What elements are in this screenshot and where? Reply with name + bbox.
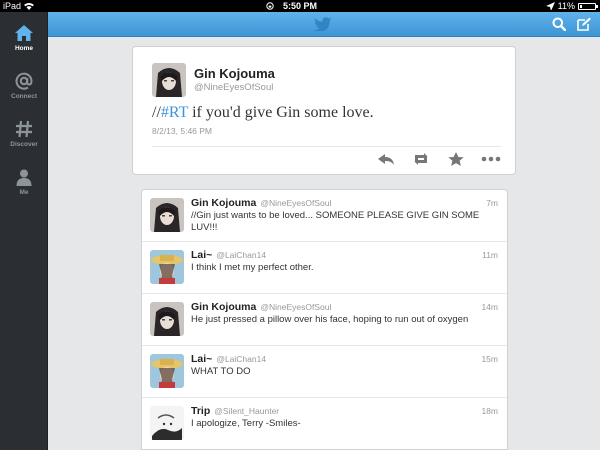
avatar[interactable] xyxy=(152,63,186,97)
tweet-age: 18m xyxy=(481,406,498,416)
avatar[interactable] xyxy=(150,198,184,232)
at-icon xyxy=(15,72,33,90)
divider xyxy=(152,146,501,147)
tweet-author-handle: @NineEyesOfSoul xyxy=(260,302,332,312)
tweet-age: 15m xyxy=(481,354,498,364)
compose-icon[interactable] xyxy=(577,17,592,31)
avatar[interactable] xyxy=(150,406,184,440)
reply-icon xyxy=(378,154,394,165)
search-icon[interactable] xyxy=(552,17,566,31)
tweet-author[interactable]: Lai~ @LaiChan14 xyxy=(191,353,266,365)
avatar[interactable] xyxy=(150,354,184,388)
tweet-author[interactable]: Lai~ @LaiChan14 xyxy=(191,249,266,261)
tweet-row[interactable]: Trip @Silent_Haunter 18m I apologize, Ter… xyxy=(142,398,507,450)
tweet-text-body: if you'd give Gin some love. xyxy=(188,104,374,121)
sidebar-item-home[interactable]: Home xyxy=(0,24,48,52)
sidebar-item-discover[interactable]: Discover xyxy=(0,120,48,148)
tweet-text: I apologize, Terry -Smiles- xyxy=(191,418,301,429)
sidebar-item-connect[interactable]: Connect xyxy=(0,72,48,100)
battery-percent: 11% xyxy=(557,1,575,11)
reply-button[interactable] xyxy=(376,151,396,167)
retweet-icon xyxy=(414,153,428,165)
sidebar-item-me[interactable]: Me xyxy=(0,168,48,196)
hashtag-link[interactable]: #RT xyxy=(161,104,188,121)
tweet-author-name: Lai~ xyxy=(191,353,213,365)
avatar[interactable] xyxy=(150,250,184,284)
orientation-lock-icon xyxy=(266,2,274,10)
tweet-author-name: Gin Kojouma xyxy=(191,197,257,209)
tweet-row[interactable]: Lai~ @LaiChan14 11m I think I met my perf… xyxy=(142,242,507,294)
tweet-actions xyxy=(376,151,501,167)
retweet-button[interactable] xyxy=(411,151,431,167)
tweet-text-prefix: // xyxy=(152,104,161,121)
sidebar-item-label: Discover xyxy=(10,141,38,148)
sidebar-item-label: Me xyxy=(19,189,29,196)
tweet-author[interactable]: Gin Kojouma @NineEyesOfSoul xyxy=(191,301,331,313)
favorite-button[interactable] xyxy=(446,151,466,167)
battery-icon xyxy=(578,2,598,10)
sidebar: Home Connect Discover Me xyxy=(0,12,48,450)
tweet-text: He just pressed a pillow over his face, … xyxy=(191,314,469,325)
tweet-text: I think I met my perfect other. xyxy=(191,262,314,273)
hash-icon xyxy=(16,120,32,138)
tweet-author-handle: @NineEyesOfSoul xyxy=(260,198,332,208)
more-button[interactable] xyxy=(481,151,501,167)
tweet-timestamp: 8/2/13, 5:46 PM xyxy=(152,126,213,136)
tweet-row[interactable]: Lai~ @LaiChan14 15m WHAT TO DO xyxy=(142,346,507,398)
clock: 5:50 PM xyxy=(282,1,317,11)
tweet-author-handle: @LaiChan14 xyxy=(216,354,267,364)
tweet-age: 11m xyxy=(482,250,498,260)
twitter-bird-icon xyxy=(314,17,332,31)
focused-tweet[interactable]: Gin Kojouma @NineEyesOfSoul //#RT if you… xyxy=(132,46,516,175)
top-bar xyxy=(48,12,600,37)
home-icon xyxy=(15,25,33,41)
tweet-age: 7m xyxy=(486,198,498,208)
tweet-author-handle: @Silent_Haunter xyxy=(214,406,280,416)
favorite-icon xyxy=(448,152,464,166)
tweet-row[interactable]: Gin Kojouma @NineEyesOfSoul 14m He just p… xyxy=(142,294,507,346)
more-icon xyxy=(481,156,501,162)
location-icon xyxy=(545,2,555,10)
tweet-text: //#RT if you'd give Gin some love. xyxy=(152,104,374,122)
tweet-text: WHAT TO DO xyxy=(191,366,251,377)
tweet-author-handle: @LaiChan14 xyxy=(216,250,267,260)
battery-fill xyxy=(580,4,582,8)
tweet-author-name: Trip xyxy=(191,405,211,417)
tweet-author-name: Lai~ xyxy=(191,249,213,261)
sidebar-item-label: Connect xyxy=(11,93,37,100)
tweet-age: 14m xyxy=(481,302,498,312)
tweet-author-name[interactable]: Gin Kojouma xyxy=(194,66,275,81)
tweet-author-name: Gin Kojouma xyxy=(191,301,257,313)
tweet-row[interactable]: Gin Kojouma @NineEyesOfSoul 7m //Gin just… xyxy=(142,190,507,242)
sidebar-item-label: Home xyxy=(14,45,34,52)
tweet-author[interactable]: Gin Kojouma @NineEyesOfSoul xyxy=(191,197,331,209)
person-icon xyxy=(16,169,32,186)
tweet-author[interactable]: Trip @Silent_Haunter xyxy=(191,405,279,417)
status-bar: iPad 5:50 PM 11% xyxy=(0,0,600,12)
avatar[interactable] xyxy=(150,302,184,336)
timeline[interactable]: Gin Kojouma @NineEyesOfSoul 7m //Gin just… xyxy=(141,189,508,450)
tweet-author-handle[interactable]: @NineEyesOfSoul xyxy=(194,82,273,93)
tweet-text: //Gin just wants to be loved... SOMEONE … xyxy=(191,210,480,233)
